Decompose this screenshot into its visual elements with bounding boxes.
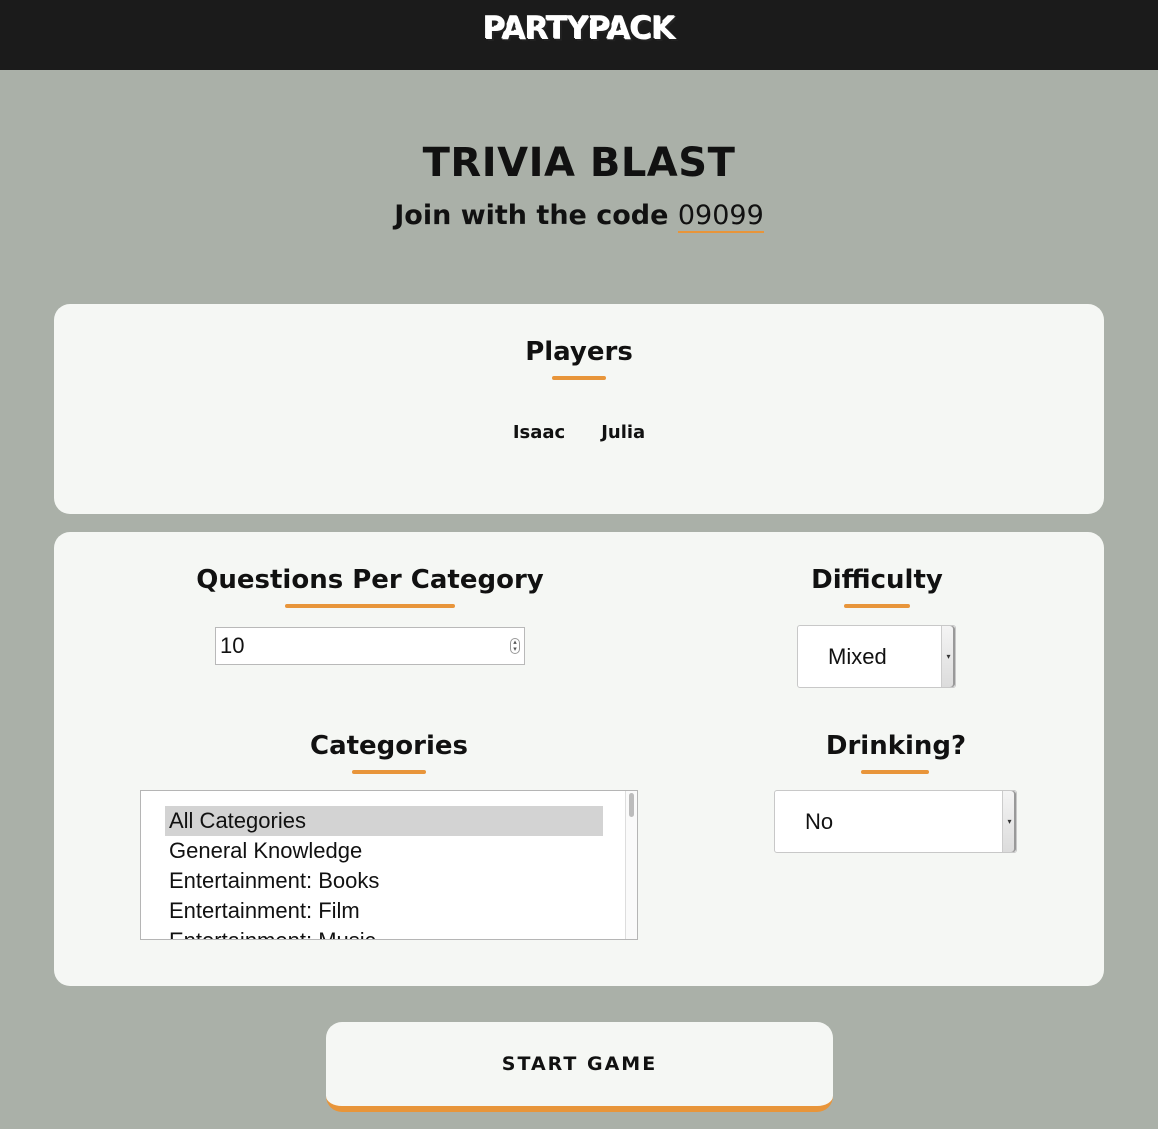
category-option[interactable]: All Categories	[165, 806, 603, 836]
category-option[interactable]: Entertainment: Books	[165, 866, 603, 896]
join-code: 09099	[677, 200, 764, 233]
player-name: Isaac	[512, 422, 566, 443]
number-stepper-icon[interactable]: ▴ ▾	[510, 638, 520, 654]
scrollbar-thumb[interactable]	[629, 793, 634, 817]
questions-heading-underline	[285, 604, 455, 608]
drinking-selected: No	[805, 808, 834, 834]
player-name: Julia	[601, 422, 646, 443]
top-bar: PARTYPACK	[0, 0, 1158, 70]
join-code-prefix: Join with the code	[394, 200, 678, 231]
drinking-heading-underline	[861, 770, 929, 774]
questions-per-category-value: 10	[220, 633, 245, 658]
players-card: Players Isaac Julia	[54, 304, 1104, 514]
category-option[interactable]: General Knowledge	[165, 836, 603, 866]
questions-per-category-input[interactable]: 10 ▴ ▾	[215, 627, 525, 665]
category-option[interactable]: Entertainment: Music	[165, 926, 603, 939]
difficulty-selected: Mixed	[828, 643, 887, 669]
questions-per-category-heading: Questions Per Category	[196, 565, 544, 595]
drinking-heading: Drinking?	[825, 731, 967, 761]
start-game-button[interactable]: START GAME	[326, 1022, 833, 1112]
game-title: TRIVIA BLAST	[422, 140, 736, 186]
dropdown-arrow-icon: ▾	[1002, 791, 1016, 852]
difficulty-heading: Difficulty	[811, 565, 943, 595]
difficulty-heading-underline	[844, 604, 910, 608]
category-option[interactable]: Entertainment: Film	[165, 896, 603, 926]
player-list: Isaac Julia	[54, 422, 1104, 443]
players-heading-underline	[552, 376, 606, 380]
categories-listbox[interactable]: All Categories General Knowledge Enterta…	[140, 790, 638, 940]
dropdown-arrow-icon: ▾	[941, 626, 955, 687]
categories-heading: Categories	[309, 731, 468, 761]
players-heading: Players	[525, 337, 633, 367]
difficulty-select[interactable]: Mixed ▾	[797, 625, 956, 688]
settings-card: Questions Per Category 10 ▴ ▾ Difficulty …	[54, 532, 1104, 986]
listbox-scrollbar[interactable]	[625, 791, 637, 939]
categories-heading-underline	[352, 770, 426, 774]
join-code-line: Join with the code 09099	[0, 200, 1158, 233]
drinking-select[interactable]: No ▾	[774, 790, 1017, 853]
partypack-logo[interactable]: PARTYPACK	[483, 11, 676, 47]
